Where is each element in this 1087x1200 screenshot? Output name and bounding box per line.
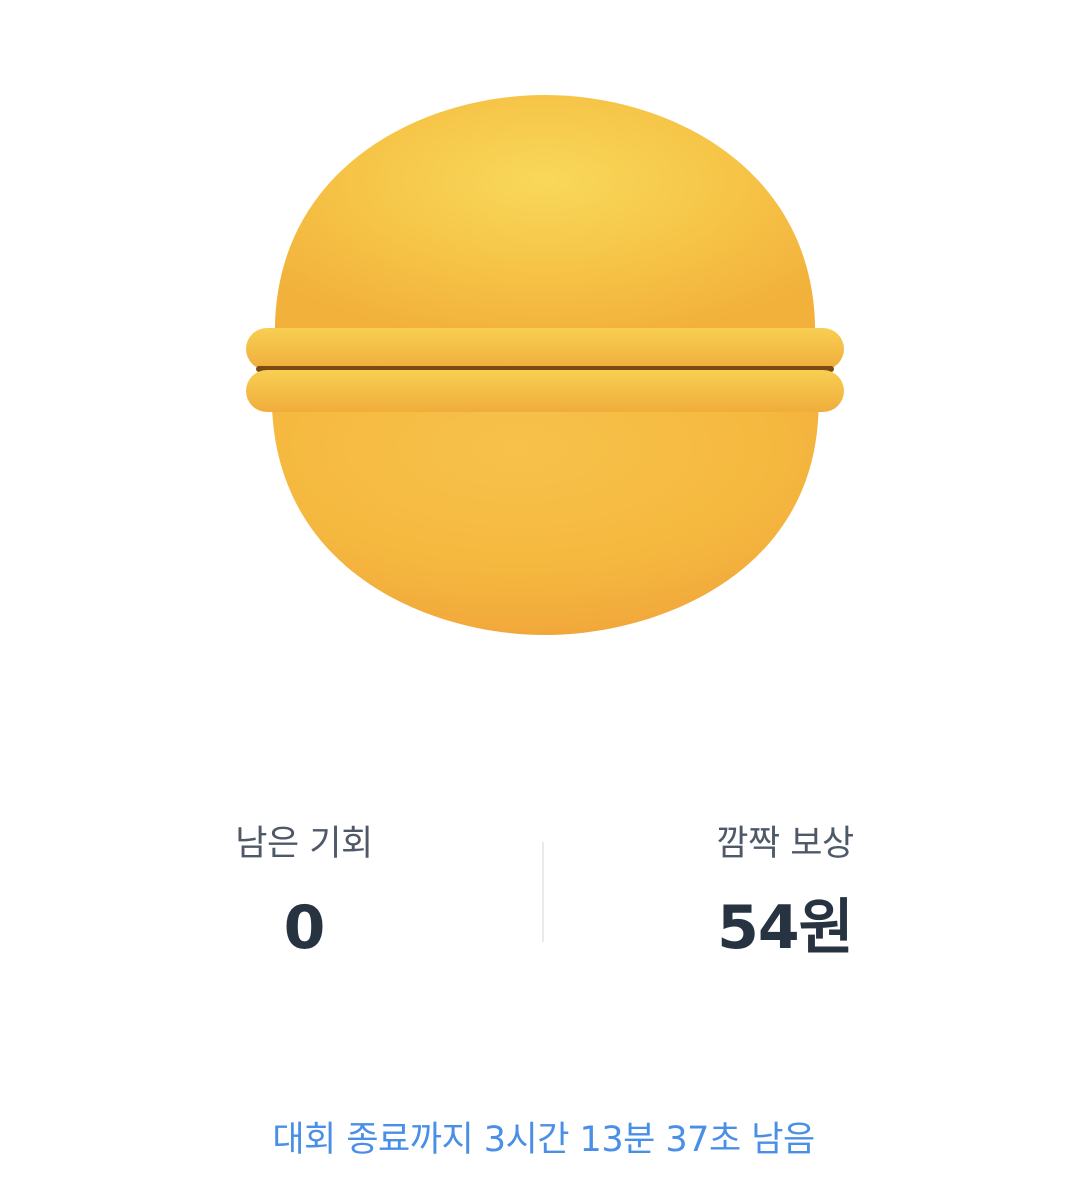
- capsule-upper-ring: [246, 328, 844, 370]
- surprise-reward-stat: 깜짝 보상 54원: [635, 820, 935, 968]
- contest-end-timer: 대회 종료까지 3시간 13분 37초 남음: [272, 1120, 815, 1160]
- capsule-toy-graphic: [246, 95, 844, 635]
- capsule-bottom-bowl: [271, 385, 819, 635]
- remaining-chances-label: 남은 기회: [235, 824, 373, 864]
- capsule-top-dome: [274, 95, 816, 340]
- remaining-chances-stat: 남은 기회 0: [154, 820, 454, 968]
- surprise-reward-value: 54원: [717, 893, 854, 963]
- stats-divider: [542, 842, 544, 942]
- remaining-chances-value: 0: [283, 893, 326, 963]
- capsule-toy-icon[interactable]: [230, 90, 860, 660]
- capsule-lower-ring: [246, 370, 844, 412]
- surprise-reward-label: 깜짝 보상: [716, 824, 854, 864]
